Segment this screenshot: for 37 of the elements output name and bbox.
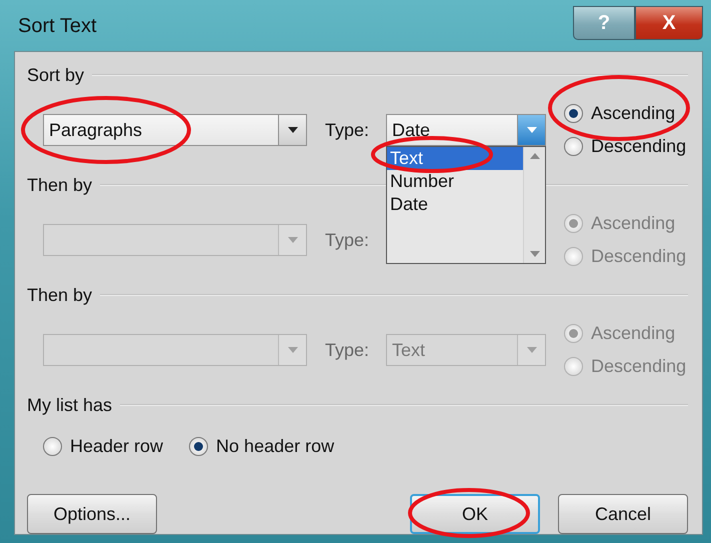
radio-button[interactable] [564, 104, 584, 123]
radio-label: Ascending [591, 103, 676, 124]
radio-button[interactable] [189, 436, 208, 456]
section-heading: My list has [27, 394, 112, 416]
cancel-button[interactable]: Cancel [558, 494, 688, 534]
dropdown-value: Text [391, 340, 426, 360]
caret-icon [286, 346, 298, 354]
radio-label: Header row [70, 436, 164, 456]
dropdown-option[interactable]: Number [387, 170, 524, 193]
window-title: Sort Text [18, 15, 97, 38]
type-label: Type: [325, 120, 370, 140]
radio-label: Ascending [591, 213, 676, 234]
radio-label: Descending [591, 136, 686, 157]
sort-field-dropdown[interactable]: Paragraphs [43, 114, 307, 146]
scroll-down-icon[interactable] [530, 251, 540, 257]
radio-label: Descending [591, 356, 686, 377]
scrollbar[interactable] [523, 147, 546, 263]
type-label: Type: [325, 230, 370, 250]
section-heading: Then by [27, 284, 92, 306]
options-button[interactable]: Options... [27, 494, 157, 534]
radio-button[interactable] [43, 436, 62, 456]
caret-icon [526, 126, 538, 134]
close-button[interactable]: X [635, 6, 703, 40]
radio-button[interactable] [564, 137, 584, 156]
radio-label: Ascending [591, 323, 676, 344]
dropdown-value: Paragraphs [48, 120, 144, 140]
caret-icon [526, 346, 538, 354]
dropdown-value: Date [391, 120, 432, 140]
radio-label: Descending [591, 246, 686, 267]
type-label: Type: [325, 340, 370, 360]
caret-icon [286, 126, 298, 134]
caret-icon [286, 236, 298, 244]
dropdown-option[interactable]: Date [387, 193, 524, 216]
radio-label: No header row [216, 436, 334, 456]
section-heading: Then by [27, 174, 92, 196]
scroll-up-icon[interactable] [530, 153, 540, 159]
section-heading: Sort by [27, 64, 84, 86]
